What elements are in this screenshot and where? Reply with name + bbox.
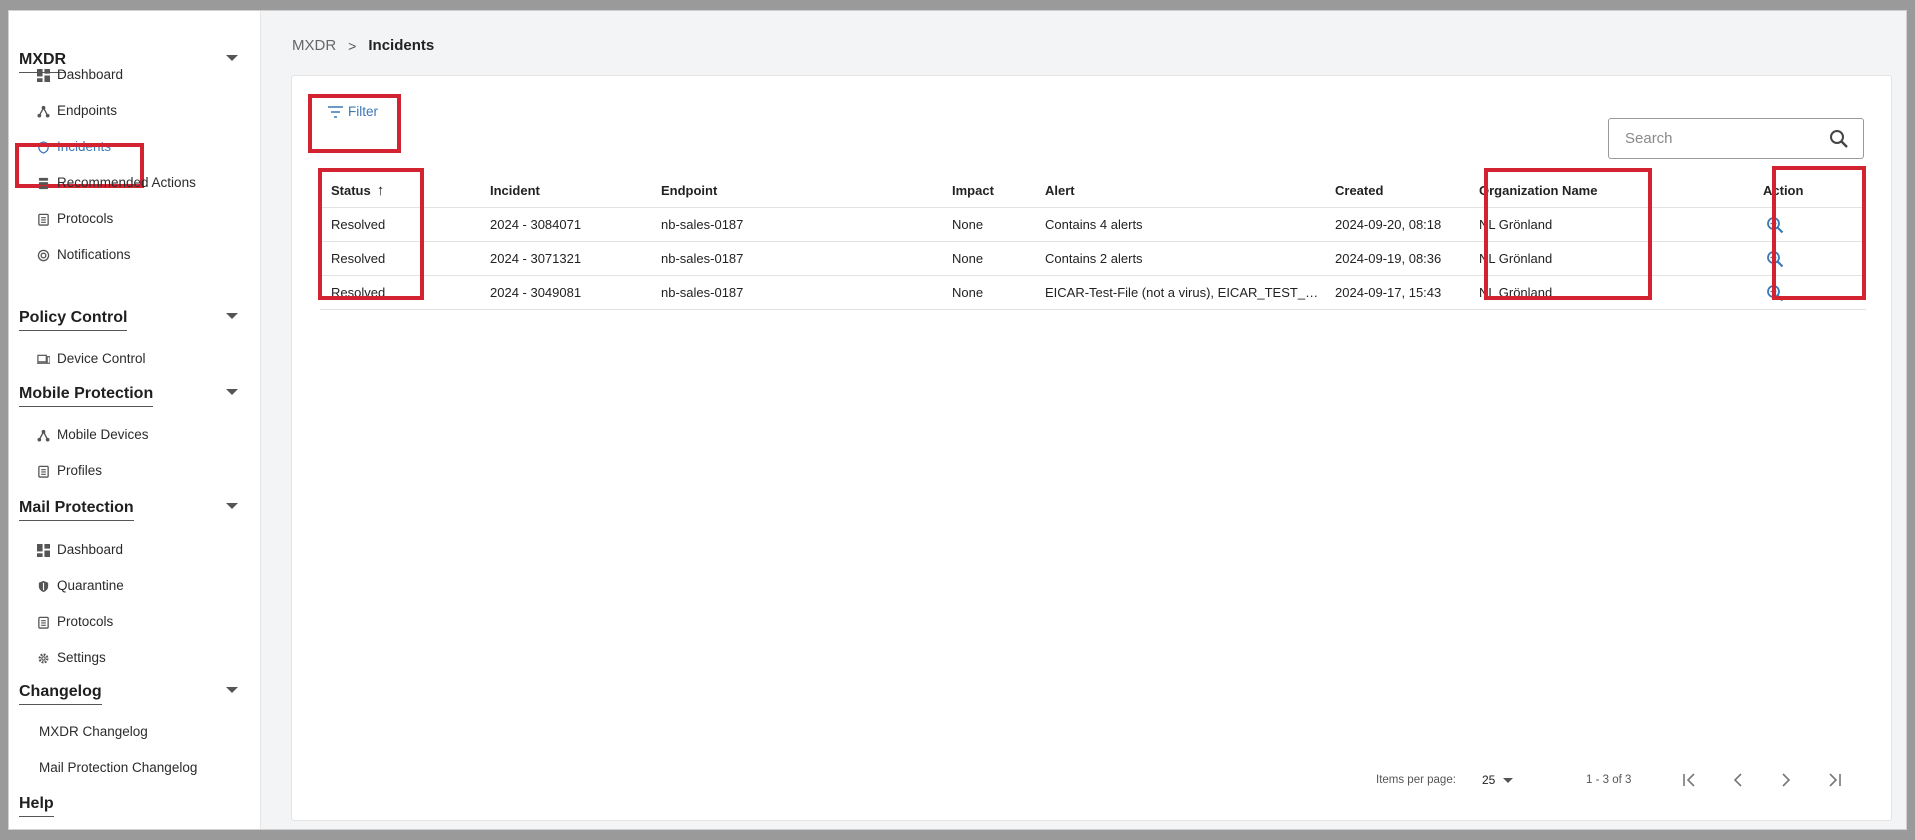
sidebar-item-label: Recommended Actions xyxy=(57,175,196,190)
recommended-actions-icon xyxy=(38,177,49,189)
sidebar-item-mobile-devices[interactable]: Mobile Devices xyxy=(37,423,149,447)
impact-cell: None xyxy=(952,251,984,266)
search-icon[interactable] xyxy=(1829,129,1849,149)
sidebar-item-notifications[interactable]: Notifications xyxy=(37,243,131,267)
alert-cell: Contains 2 alerts xyxy=(1045,251,1143,266)
alert-cell: EICAR-Test-File (not a virus), EICAR_TES… xyxy=(1045,285,1321,300)
column-header-endpoint[interactable]: Endpoint xyxy=(661,174,901,207)
alert-cell: Contains 4 alerts xyxy=(1045,217,1143,232)
page-size-value: 25 xyxy=(1482,773,1496,787)
column-header-created[interactable]: Created xyxy=(1335,174,1455,207)
created-cell: 2024-09-19, 08:36 xyxy=(1335,251,1442,266)
sidebar-section-mobile-protection[interactable]: Mobile Protection xyxy=(19,385,244,407)
sidebar-item-protocols[interactable]: Protocols xyxy=(37,207,113,231)
column-header-alert[interactable]: Alert xyxy=(1045,174,1321,207)
section-title: Mail Protection xyxy=(19,499,134,521)
chevron-down-icon[interactable] xyxy=(226,503,238,509)
section-title: Help xyxy=(19,795,54,817)
column-header-incident[interactable]: Incident xyxy=(490,174,630,207)
chevron-down-icon[interactable] xyxy=(226,55,238,61)
device-icon xyxy=(37,354,50,364)
sidebar-section-help[interactable]: Help xyxy=(19,795,244,817)
sidebar-item-settings[interactable]: Settings xyxy=(37,646,106,670)
highlight-box-action-column xyxy=(1772,166,1866,300)
first-page-icon[interactable] xyxy=(1680,770,1700,790)
dashboard-icon xyxy=(37,68,50,82)
endpoint-cell: nb-sales-0187 xyxy=(661,285,744,300)
sidebar-item-label: Quarantine xyxy=(57,578,124,593)
sidebar-item-label: Protocols xyxy=(57,614,114,629)
sidebar-item-label: Settings xyxy=(57,650,106,665)
sidebar-item-label: Dashboard xyxy=(57,542,124,557)
chevron-down-icon[interactable] xyxy=(226,313,238,319)
sidebar-section-policy-control[interactable]: Policy Control xyxy=(19,309,244,331)
sidebar-item-endpoints[interactable]: Endpoints xyxy=(37,99,117,123)
sidebar-item-label: MXDR Changelog xyxy=(39,724,148,739)
sidebar-section-changelog[interactable]: Changelog xyxy=(19,683,244,705)
sidebar-item-mail-dashboard[interactable]: Dashboard xyxy=(37,538,123,562)
clipboard-icon xyxy=(38,465,49,478)
highlight-box-organization-column xyxy=(1484,168,1652,300)
quarantine-shield-icon xyxy=(38,580,49,592)
sidebar-item-mxdr-changelog[interactable]: MXDR Changelog xyxy=(39,720,148,744)
impact-cell: None xyxy=(952,217,984,232)
incident-cell: 2024 - 3049081 xyxy=(490,285,582,300)
sidebar-item-dashboard[interactable]: Dashboard xyxy=(37,63,123,87)
chevron-down-icon[interactable] xyxy=(226,389,238,395)
sidebar-item-label: Protocols xyxy=(57,211,114,226)
section-title: Mobile Protection xyxy=(19,385,154,407)
clipboard-icon xyxy=(38,213,49,226)
sidebar-item-mail-protocols[interactable]: Protocols xyxy=(37,610,113,634)
sidebar-item-label: Notifications xyxy=(57,247,131,262)
endpoint-cell: nb-sales-0187 xyxy=(661,251,744,266)
app-window: MXDR Dashboard Endpoints Incidents Recom… xyxy=(8,10,1907,830)
search-field[interactable] xyxy=(1608,118,1864,159)
mobile-devices-icon xyxy=(37,429,50,442)
previous-page-icon[interactable] xyxy=(1728,770,1748,790)
sidebar-item-label: Dashboard xyxy=(57,67,124,82)
next-page-icon[interactable] xyxy=(1776,770,1796,790)
gear-icon xyxy=(38,652,49,664)
highlight-box-filter xyxy=(308,94,401,153)
sidebar-item-device-control[interactable]: Device Control xyxy=(37,347,146,371)
sidebar-item-label: Profiles xyxy=(57,463,103,478)
incidents-card: Filter Status↑ Incident Endpoint Impact … xyxy=(291,75,1892,821)
section-title: Changelog xyxy=(19,683,102,705)
sidebar: MXDR Dashboard Endpoints Incidents Recom… xyxy=(9,11,261,829)
column-header-impact[interactable]: Impact xyxy=(952,174,1012,207)
chevron-down-icon xyxy=(1503,777,1514,783)
clipboard-icon xyxy=(38,616,49,629)
impact-cell: None xyxy=(952,285,984,300)
breadcrumb: MXDR > Incidents xyxy=(292,37,434,54)
highlight-box-status-column xyxy=(318,168,424,300)
sidebar-item-label: Mail Protection Changelog xyxy=(39,760,198,775)
paginator: Items per page: 25 1 - 3 of 3 xyxy=(1292,766,1872,796)
page-size-select[interactable]: 25 xyxy=(1482,773,1514,787)
page-title: Incidents xyxy=(368,37,435,54)
sidebar-item-label: Device Control xyxy=(57,351,146,366)
notifications-icon xyxy=(37,249,50,261)
chevron-right-icon: > xyxy=(348,37,357,54)
sidebar-item-recommended-actions[interactable]: Recommended Actions xyxy=(37,171,196,195)
search-input[interactable] xyxy=(1623,129,1829,148)
sidebar-item-quarantine[interactable]: Quarantine xyxy=(37,574,124,598)
incident-cell: 2024 - 3071321 xyxy=(490,251,582,266)
endpoints-icon xyxy=(37,105,50,118)
sidebar-item-label: Endpoints xyxy=(57,103,118,118)
items-per-page-label: Items per page: xyxy=(1376,774,1456,786)
last-page-icon[interactable] xyxy=(1824,770,1844,790)
sidebar-section-mail-protection[interactable]: Mail Protection xyxy=(19,499,244,521)
chevron-down-icon[interactable] xyxy=(226,687,238,693)
created-cell: 2024-09-17, 15:43 xyxy=(1335,285,1442,300)
sidebar-item-mail-protection-changelog[interactable]: Mail Protection Changelog xyxy=(39,756,197,780)
page-range-label: 1 - 3 of 3 xyxy=(1586,774,1632,786)
sidebar-item-label: Mobile Devices xyxy=(57,427,149,442)
sidebar-item-profiles[interactable]: Profiles xyxy=(37,459,102,483)
endpoint-cell: nb-sales-0187 xyxy=(661,217,744,232)
dashboard-icon xyxy=(37,543,50,557)
breadcrumb-root[interactable]: MXDR xyxy=(292,37,336,54)
created-cell: 2024-09-20, 08:18 xyxy=(1335,217,1442,232)
section-title: Policy Control xyxy=(19,309,128,331)
incident-cell: 2024 - 3084071 xyxy=(490,217,582,232)
